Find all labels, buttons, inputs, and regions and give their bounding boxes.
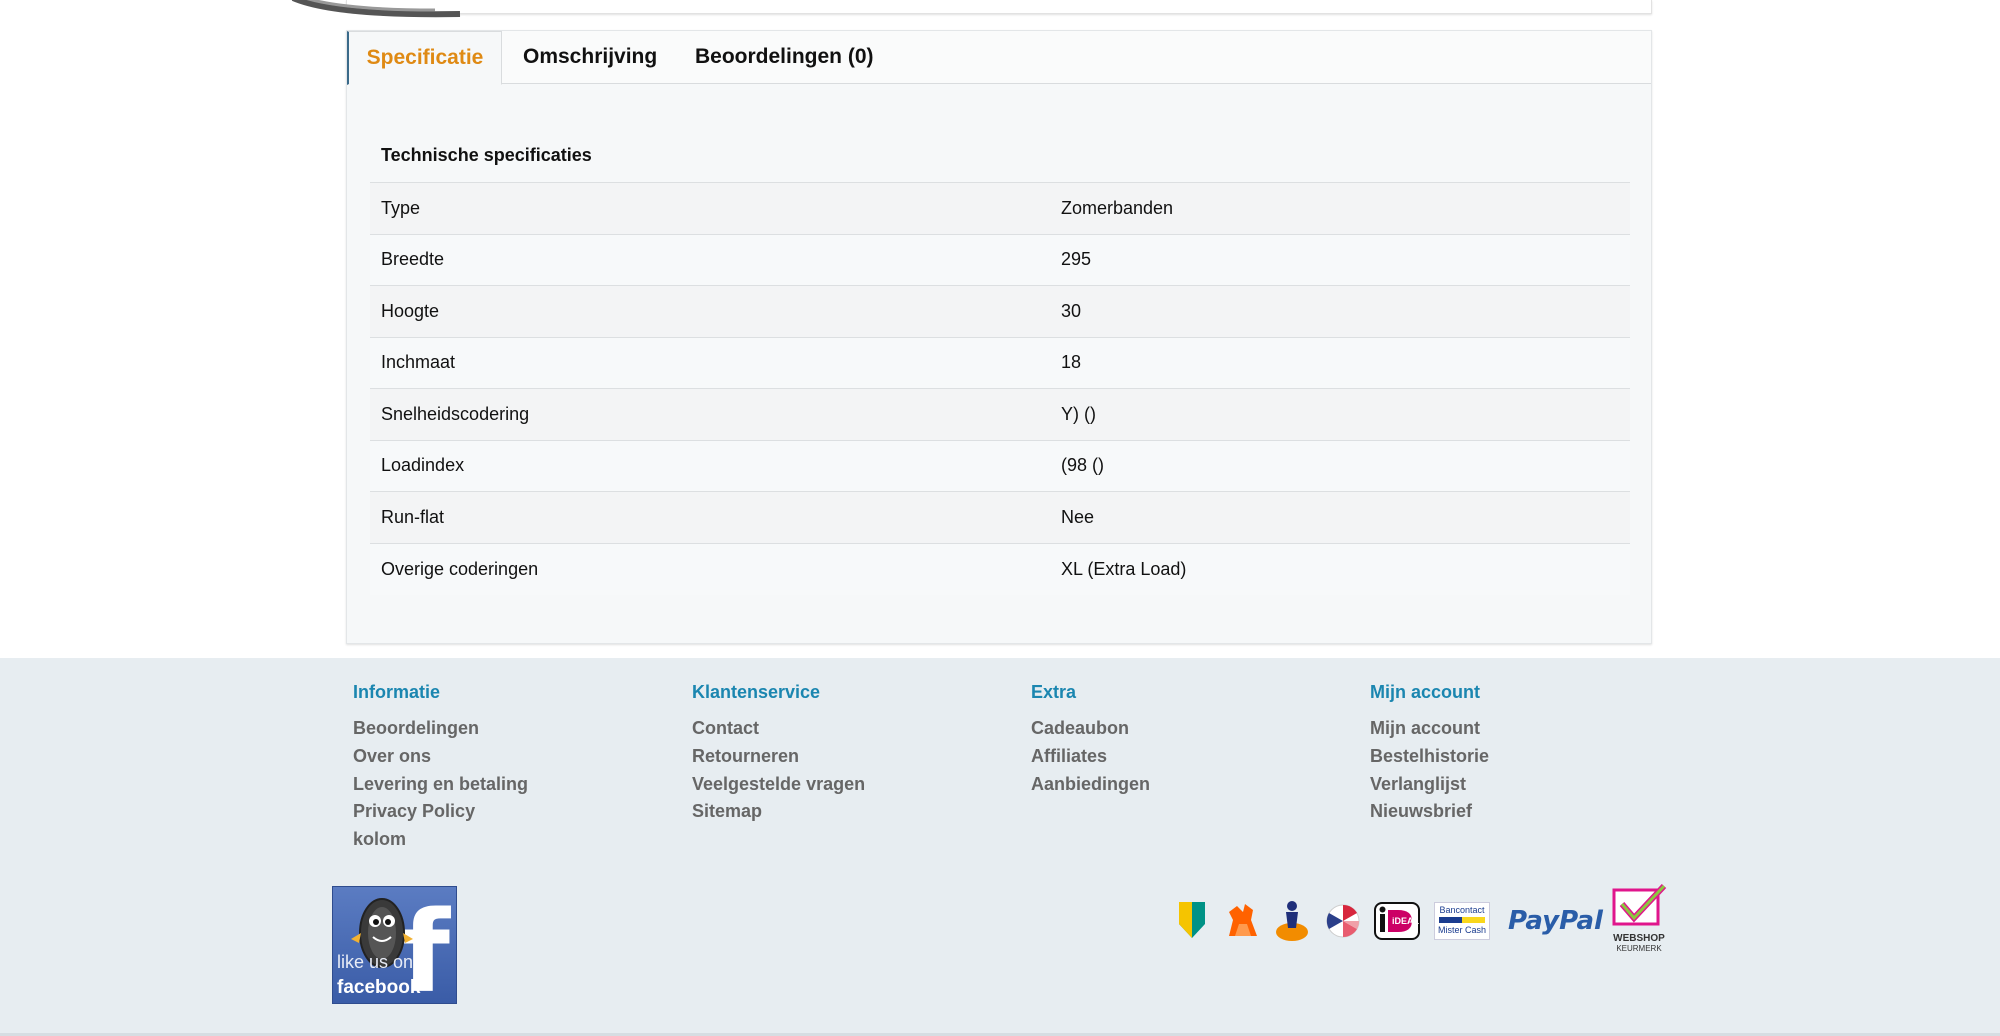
site-footer: Informatie Beoordelingen Over ons Leveri… xyxy=(0,658,2000,1036)
keurmerk-label: KEURMERK xyxy=(1616,944,1662,953)
footer-link-mijn-account[interactable]: Mijn account xyxy=(1370,715,1489,743)
footer-heading: Klantenservice xyxy=(692,682,821,702)
tab-omschrijving[interactable]: Omschrijving xyxy=(523,31,657,84)
facebook-brand-text: facebook xyxy=(337,977,421,998)
rabobank-icon xyxy=(1274,898,1310,947)
bancontact-icon: Bancontact Mister Cash xyxy=(1434,902,1490,940)
footer-link-nieuwsbrief[interactable]: Nieuwsbrief xyxy=(1370,798,1489,826)
spec-key: Loadindex xyxy=(381,455,465,476)
footer-link-veelgestelde-vragen[interactable]: Veelgestelde vragen xyxy=(692,771,865,799)
footer-heading: Extra xyxy=(1031,682,1077,702)
spec-key: Breedte xyxy=(381,249,445,270)
footer-heading: Informatie xyxy=(353,682,441,702)
footer-link-contact[interactable]: Contact xyxy=(692,715,865,743)
ideal-label: iDEAL xyxy=(1392,916,1419,926)
tire-image-edge xyxy=(285,0,470,20)
footer-link-levering-en-betaling[interactable]: Levering en betaling xyxy=(353,771,528,799)
footer-link-sitemap[interactable]: Sitemap xyxy=(692,798,865,826)
table-row: Inchmaat 18 xyxy=(370,337,1630,389)
footer-link-verlanglijst[interactable]: Verlanglijst xyxy=(1370,771,1489,799)
footer-link-aanbiedingen[interactable]: Aanbiedingen xyxy=(1031,771,1150,799)
spec-key: Run-flat xyxy=(381,506,445,527)
bancontact-stripe xyxy=(1439,917,1485,923)
spec-key: Snelheidscodering xyxy=(381,403,530,424)
tab-beoordelingen[interactable]: Beoordelingen (0) xyxy=(695,31,874,84)
footer-link-kolom[interactable]: kolom xyxy=(353,826,528,854)
spec-value: 30 xyxy=(1061,300,1082,321)
footer-column-klantenservice: Klantenservice Contact Retourneren Veelg… xyxy=(692,682,865,826)
keurmerk-webshop-label: WEBSHOP xyxy=(1613,933,1665,944)
footer-link-bestelhistorie[interactable]: Bestelhistorie xyxy=(1370,743,1489,771)
product-panel-edge xyxy=(346,0,1652,14)
mistercash-label: Mister Cash xyxy=(1437,925,1486,935)
spec-value: 295 xyxy=(1061,249,1092,270)
webshop-keurmerk-icon: WEBSHOP KEURMERK xyxy=(1610,883,1668,953)
spec-section-title: Technische specificaties xyxy=(381,145,592,165)
spec-key: Overige coderingen xyxy=(381,558,539,579)
table-row: Snelheidscodering Y) () xyxy=(370,388,1630,440)
facebook-like-text: like us on xyxy=(337,952,414,972)
table-row: Loadindex (98 () xyxy=(370,440,1630,492)
spec-value: 18 xyxy=(1061,352,1082,373)
abn-amro-icon xyxy=(1177,900,1207,945)
footer-heading: Mijn account xyxy=(1370,682,1481,702)
footer-column-informatie: Informatie Beoordelingen Over ons Leveri… xyxy=(353,682,528,854)
footer-link-privacy-policy[interactable]: Privacy Policy xyxy=(353,798,528,826)
fortis-icon xyxy=(1326,904,1360,943)
spec-value: XL (Extra Load) xyxy=(1061,558,1187,579)
tab-bar: Specificatie Omschrijving Beoordelingen … xyxy=(347,31,1651,85)
spec-value: Nee xyxy=(1061,506,1095,527)
spec-value: (98 () xyxy=(1061,455,1105,476)
product-tabs-panel: Specificatie Omschrijving Beoordelingen … xyxy=(346,30,1652,644)
tab-specificatie[interactable]: Specificatie xyxy=(347,31,502,85)
bancontact-label: Bancontact xyxy=(1439,905,1485,915)
footer-link-retourneren[interactable]: Retourneren xyxy=(692,743,865,771)
table-row: Overige coderingen XL (Extra Load) xyxy=(370,543,1630,595)
table-row: Type Zomerbanden xyxy=(370,182,1630,234)
table-row: Hoogte 30 xyxy=(370,285,1630,337)
spec-key: Hoogte xyxy=(381,300,440,321)
table-row: Run-flat Nee xyxy=(370,491,1630,543)
footer-column-mijn-account: Mijn account Mijn account Bestelhistorie… xyxy=(1370,682,1489,826)
spec-value: Y) () xyxy=(1061,403,1096,424)
spec-value: Zomerbanden xyxy=(1061,197,1174,218)
footer-link-over-ons[interactable]: Over ons xyxy=(353,743,528,771)
footer-link-beoordelingen[interactable]: Beoordelingen xyxy=(353,715,528,743)
spec-table: Type Zomerbanden Breedte 295 Hoogte 30 I… xyxy=(370,182,1630,595)
footer-link-affiliates[interactable]: Affiliates xyxy=(1031,743,1150,771)
footer-column-extra: Extra Cadeaubon Affiliates Aanbiedingen xyxy=(1031,682,1150,798)
facebook-like-badge[interactable]: f like us on facebook xyxy=(332,886,457,1004)
ideal-icon: iDEAL xyxy=(1374,902,1420,945)
spec-key: Inchmaat xyxy=(381,352,456,373)
footer-link-cadeaubon[interactable]: Cadeaubon xyxy=(1031,715,1150,743)
paypal-icon: PayPal xyxy=(1508,906,1603,936)
table-row: Breedte 295 xyxy=(370,234,1630,286)
ing-lion-icon xyxy=(1225,900,1261,945)
spec-key: Type xyxy=(381,197,421,218)
